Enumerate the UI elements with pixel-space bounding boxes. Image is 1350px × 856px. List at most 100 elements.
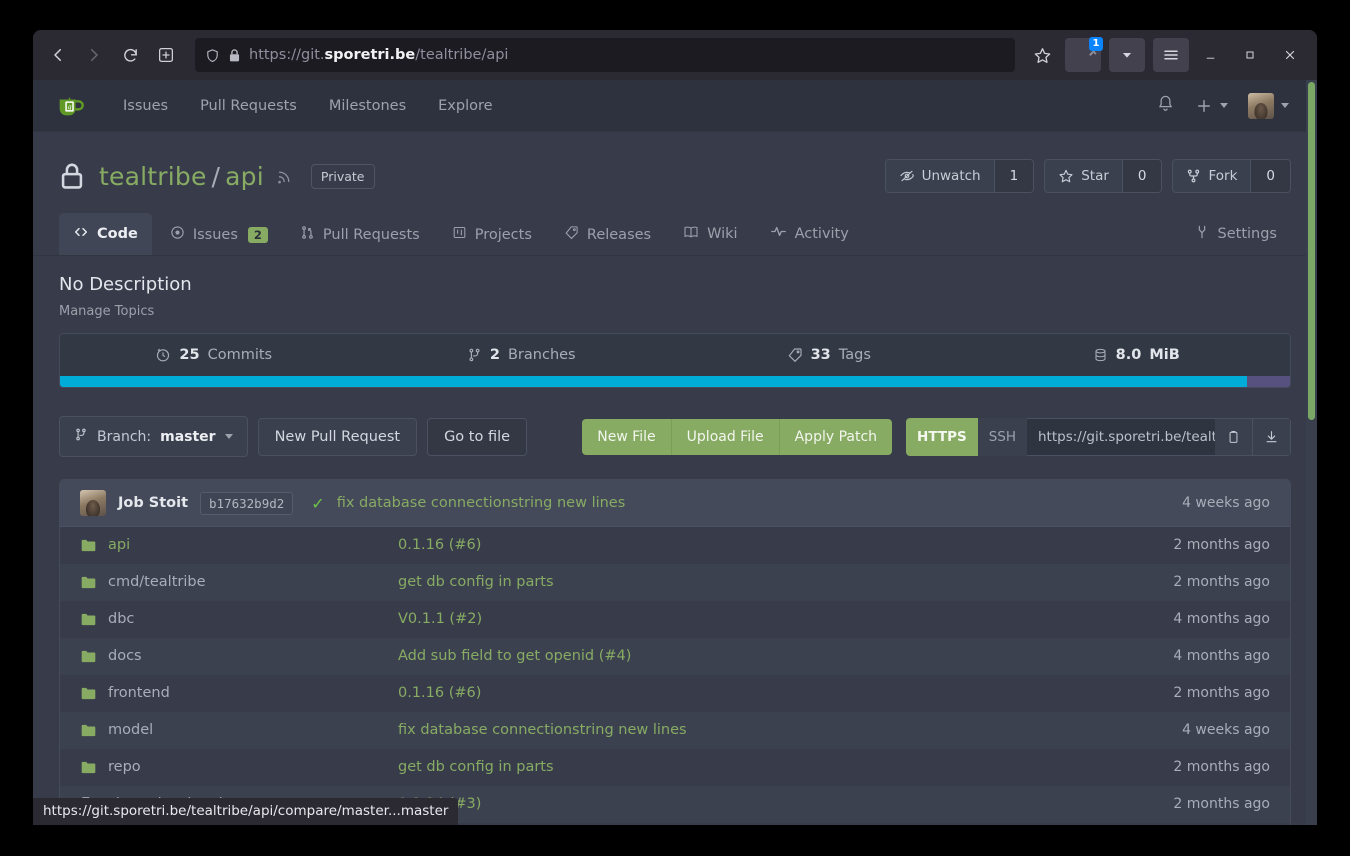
page-scrollbar[interactable] [1306,80,1317,825]
stat-branches[interactable]: 2 Branches [368,334,676,376]
file-name-link[interactable]: api [108,537,130,553]
tab-label: Code [97,226,138,242]
file-commit-message[interactable]: get db config in parts [398,759,1100,775]
clone-https-button[interactable]: HTTPS [906,418,978,456]
url-text: https://git.sporetri.be/tealtribe/api [249,47,1005,63]
hamburger-menu-icon[interactable] [1153,38,1189,72]
apply-patch-button[interactable]: Apply Patch [780,419,892,455]
stat-value: 25 [179,347,199,363]
table-row[interactable]: repoget db config in parts2 months ago [60,749,1290,786]
file-name-link[interactable]: cmd/tealtribe [108,574,206,590]
upload-file-button[interactable]: Upload File [672,419,780,455]
watch-button-group[interactable]: Unwatch 1 [885,159,1035,193]
table-row[interactable]: api0.1.16 (#6)2 months ago [60,527,1290,564]
shield-icon[interactable] [205,48,220,63]
bell-icon[interactable] [1156,94,1175,117]
table-row[interactable]: frontend0.1.16 (#6)2 months ago [60,675,1290,712]
extension-button[interactable]: 1 [1065,38,1101,72]
new-file-button[interactable]: New File [582,419,671,455]
star-label: Star [1081,168,1109,184]
nav-link-issues[interactable]: Issues [107,98,184,114]
close-button[interactable] [1271,38,1309,72]
repo-name-link[interactable]: api [225,162,264,191]
clone-url-input[interactable]: https://git.sporetri.be/tealtribe [1027,418,1215,456]
commit-author[interactable]: Job Stoit [118,495,188,511]
branch-selector[interactable]: Branch: master [59,416,248,457]
project-icon [452,225,467,244]
file-commit-time: 2 months ago [1100,574,1270,590]
rss-icon[interactable] [276,168,293,185]
star-count[interactable]: 0 [1122,160,1162,192]
tab-releases[interactable]: Releases [550,214,665,255]
tab-settings[interactable]: Settings [1180,213,1291,255]
create-new-menu[interactable] [1195,97,1228,115]
back-button[interactable] [41,38,75,72]
file-commit-message[interactable]: V0.1.1 (#2) [398,611,1100,627]
folder-icon [80,649,97,664]
download-icon[interactable] [1253,418,1291,456]
repo-owner-link[interactable]: tealtribe [99,162,207,191]
table-row[interactable]: cmd/tealtribe get db config in parts2 mon… [60,564,1290,601]
repo-toolbar: Branch: master New Pull Request Go to fi… [59,416,1291,457]
tab-activity[interactable]: Activity [756,212,863,255]
url-path: /tealtribe/api [415,47,508,63]
check-icon[interactable]: ✓ [311,494,324,513]
file-name-link[interactable]: frontend [108,685,170,701]
tab-code[interactable]: Code [59,213,152,255]
nav-link-explore[interactable]: Explore [422,98,508,114]
new-pull-request-button[interactable]: New Pull Request [258,418,417,456]
nav-link-pull-requests[interactable]: Pull Requests [184,98,313,114]
star-button[interactable]: Star [1045,160,1122,192]
bookmark-icon[interactable] [1027,40,1057,70]
maximize-button[interactable] [1231,38,1269,72]
star-button-group[interactable]: Star 0 [1044,159,1162,193]
stat-label: Commits [208,347,273,363]
file-commit-message[interactable]: Add sub field to get openid (#4) [398,648,1100,664]
go-to-file-button[interactable]: Go to file [427,418,527,456]
tab-projects[interactable]: Projects [438,214,546,255]
copy-icon[interactable] [1215,418,1253,456]
scrollbar-thumb[interactable] [1308,82,1315,420]
watch-count[interactable]: 1 [994,160,1034,192]
page-title: tealtribe/api [99,162,264,191]
forward-button[interactable] [77,38,111,72]
fork-button[interactable]: Fork [1173,160,1250,192]
stat-commits[interactable]: 25 Commits [60,334,368,376]
commit-message[interactable]: fix database connectionstring new lines [337,495,626,511]
tab-label: Issues [193,227,238,243]
tab-wiki[interactable]: Wiki [669,213,751,255]
new-tab-button[interactable] [149,38,183,72]
file-commit-message[interactable]: 0.1.14 (#3) [398,796,1100,812]
file-name-link[interactable]: repo [108,759,141,775]
file-name-link[interactable]: model [108,722,153,738]
tab-issues[interactable]: Issues 2 [156,214,282,255]
reload-button[interactable] [113,38,147,72]
clone-ssh-button[interactable]: SSH [978,418,1027,456]
manage-topics-link[interactable]: Manage Topics [59,304,1291,319]
url-bar[interactable]: https://git.sporetri.be/tealtribe/api [195,38,1015,72]
fork-button-group[interactable]: Fork 0 [1172,159,1291,193]
folder-icon [80,686,97,701]
stat-tags[interactable]: 33 Tags [675,334,983,376]
file-commit-message[interactable]: fix database connectionstring new lines [398,722,1100,738]
minimize-button[interactable] [1191,38,1229,72]
gitea-logo-icon[interactable]: g [55,91,85,121]
file-commit-message[interactable]: get db config in parts [398,574,1100,590]
repo-stats-panel: 25 Commits 2 Branches 33 Tags [59,333,1291,388]
table-row[interactable]: dbcV0.1.1 (#2)4 months ago [60,601,1290,638]
file-commit-message[interactable]: 0.1.16 (#6) [398,685,1100,701]
tab-pull-requests[interactable]: Pull Requests [286,214,434,255]
branch-prefix: Branch: [97,429,151,445]
lock-icon[interactable] [228,48,241,63]
nav-link-milestones[interactable]: Milestones [313,98,422,114]
table-row[interactable]: model fix database connectionstring new l… [60,712,1290,749]
commit-sha[interactable]: b17632b9d2 [200,492,293,515]
file-name-link[interactable]: dbc [108,611,134,627]
file-commit-message[interactable]: 0.1.16 (#6) [398,537,1100,553]
chevron-down-icon[interactable] [1109,38,1145,72]
fork-count[interactable]: 0 [1250,160,1290,192]
unwatch-button[interactable]: Unwatch [886,160,994,192]
table-row[interactable]: docsAdd sub field to get openid (#4)4 mo… [60,638,1290,675]
user-menu[interactable] [1248,93,1289,119]
file-name-link[interactable]: docs [108,648,142,664]
